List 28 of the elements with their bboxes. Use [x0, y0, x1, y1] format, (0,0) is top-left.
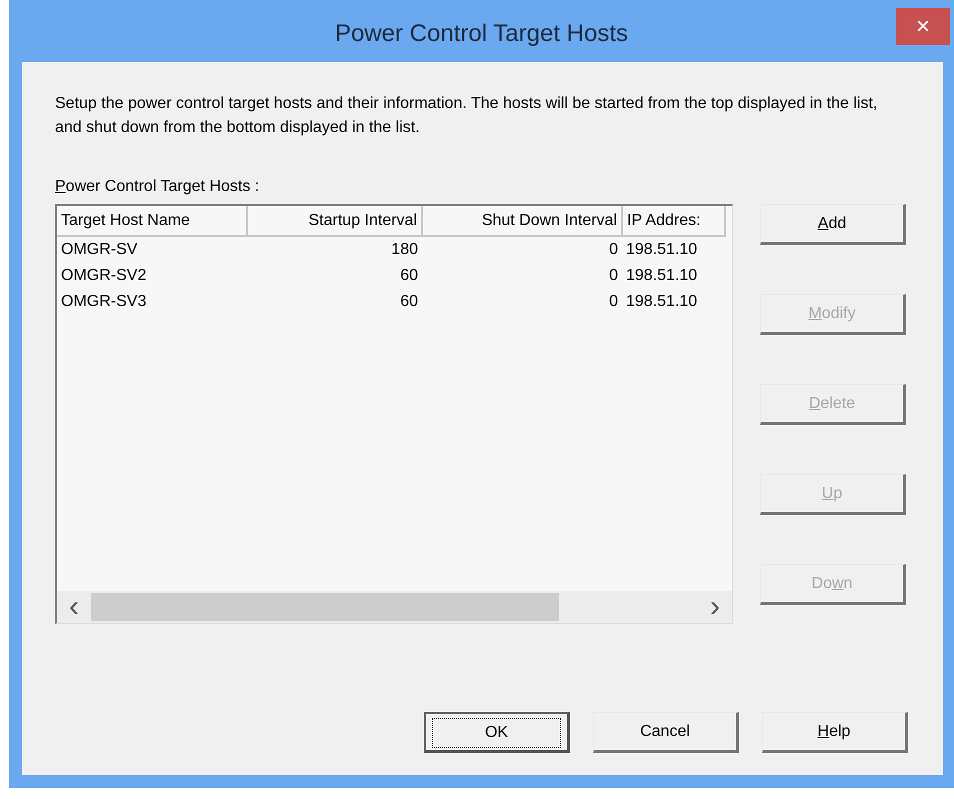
table-cell-text: 0	[608, 292, 619, 312]
column-header[interactable]: Shut Down Interval	[422, 206, 622, 236]
side-button[interactable]: Add	[760, 204, 906, 245]
column-header[interactable]: Startup Interval	[247, 206, 422, 236]
dialog-button[interactable]: Help	[762, 712, 908, 753]
hosts-list[interactable]: Target Host Name Startup Interval Shut Down Interval IP Addres: OMGR-SV 180 0 198.51.10 OMGR-SV2 60 0 198.51.10 OMGR-SV3 60 0 198.51.10 ‹ ›	[55, 204, 733, 624]
table-cell: 0	[422, 236, 622, 263]
close-button[interactable]: ×	[896, 8, 950, 45]
description-text: Setup the power control target hosts and their information. The hosts will be started from the top displayed in the list, and shut down from the bottom displayed in the list.	[55, 94, 878, 138]
table-cell: 198.51.10	[622, 236, 725, 263]
table-cell-text: 0	[608, 266, 619, 286]
column-header[interactable]: IP Addres:	[622, 206, 725, 236]
table-cell-text: 198.51.10	[625, 292, 698, 312]
list-label: Power Control Target Hosts :	[55, 177, 260, 197]
table-cell-text: 60	[399, 266, 419, 286]
scrollbar-thumb[interactable]	[91, 593, 559, 621]
scroll-left-button[interactable]: ‹	[57, 592, 91, 622]
window-title: Power Control Target Hosts	[334, 20, 628, 48]
column-header[interactable]: Target Host Name	[57, 206, 247, 236]
table-cell-text: 60	[399, 292, 419, 312]
table-cell-text: OMGR-SV2	[60, 266, 148, 286]
table-cell-text: OMGR-SV3	[60, 292, 148, 312]
scroll-right-button[interactable]: ›	[698, 592, 732, 622]
table-cell: 180	[247, 236, 422, 263]
dialog-button[interactable]: Cancel	[593, 712, 739, 753]
dialog-button[interactable]: OK	[424, 712, 570, 753]
table-cell: OMGR-SV	[57, 236, 247, 263]
table-cell-text: 198.51.10	[625, 266, 698, 286]
